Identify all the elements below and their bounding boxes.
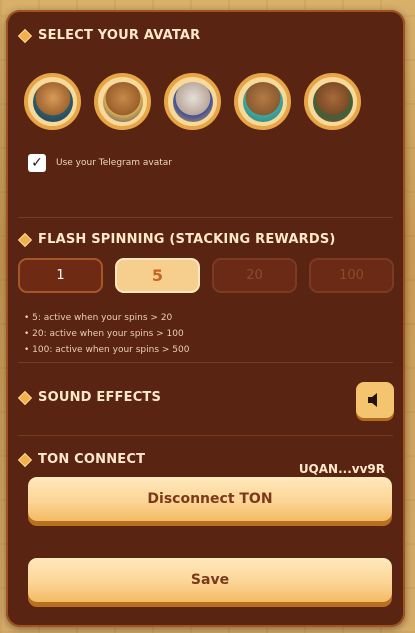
avatar-option-5[interactable] <box>304 73 361 130</box>
cat-pharaoh-avatar-2-icon <box>102 81 143 122</box>
avatar-option-1[interactable] <box>24 73 81 130</box>
flash-note: 100: active when your spins > 500 <box>24 342 189 358</box>
divider <box>18 362 393 363</box>
avatar-option-3[interactable] <box>164 73 221 130</box>
sound-section-title: SOUND EFFECTS <box>38 390 162 405</box>
disconnect-ton-button[interactable]: Disconnect TON <box>28 477 392 521</box>
flash-option-20[interactable]: 20 <box>212 258 297 293</box>
diamond-icon <box>17 390 33 405</box>
diamond-icon <box>17 28 33 43</box>
section-title-ton: TON CONNECT <box>17 452 146 467</box>
cat-pharaoh-avatar-5-icon <box>312 81 353 122</box>
telegram-avatar-checkbox[interactable]: ✓ <box>28 154 46 172</box>
avatar-option-2[interactable] <box>94 73 151 130</box>
divider <box>18 217 393 218</box>
section-title-avatar: SELECT YOUR AVATAR <box>17 28 201 43</box>
flash-spin-options: 1 5 20 100 <box>18 258 394 293</box>
telegram-avatar-label: Use your Telegram avatar <box>56 158 172 168</box>
section-title-flash: FLASH SPINNING (STACKING REWARDS) <box>17 232 336 247</box>
flash-option-1[interactable]: 1 <box>18 258 103 293</box>
wallet-address: UQAN...vv9R <box>298 462 385 476</box>
flash-option-5[interactable]: 5 <box>115 258 200 293</box>
flash-note: 20: active when your spins > 100 <box>24 326 189 342</box>
settings-panel: SELECT YOUR AVATAR ✓ Use your Telegram a… <box>6 10 405 627</box>
flash-note: 5: active when your spins > 20 <box>24 310 189 326</box>
diamond-icon <box>17 452 33 467</box>
avatar-section-title: SELECT YOUR AVATAR <box>38 28 201 43</box>
diamond-icon <box>17 232 33 247</box>
cat-pharaoh-avatar-1-icon <box>32 81 73 122</box>
save-button[interactable]: Save <box>28 558 392 602</box>
avatar-option-4[interactable] <box>234 73 291 130</box>
avatar-list <box>24 73 361 130</box>
section-title-sound: SOUND EFFECTS <box>17 390 162 405</box>
flash-section-title: FLASH SPINNING (STACKING REWARDS) <box>38 232 336 247</box>
speaker-icon <box>368 393 377 407</box>
telegram-avatar-option: ✓ Use your Telegram avatar <box>28 154 172 172</box>
cat-pharaoh-avatar-4-icon <box>242 81 283 122</box>
flash-option-100[interactable]: 100 <box>309 258 394 293</box>
cat-pharaoh-avatar-3-icon <box>172 81 213 122</box>
ton-section-title: TON CONNECT <box>38 452 146 467</box>
divider <box>18 435 393 436</box>
sound-toggle-button[interactable] <box>356 382 394 418</box>
flash-notes: 5: active when your spins > 20 20: activ… <box>24 310 189 358</box>
